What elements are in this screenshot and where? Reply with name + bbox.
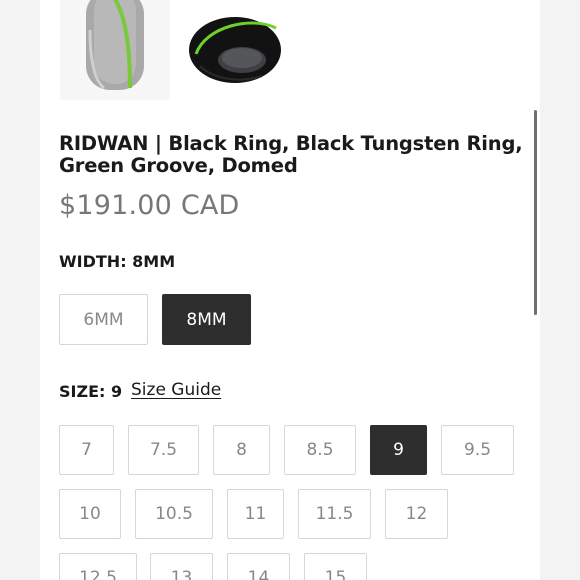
product-thumbnails [60,0,360,105]
product-page: RIDWAN | Black Ring, Black Tungsten Ring… [40,0,540,580]
black-ring-image [189,17,281,83]
size-label-text: SIZE: [59,382,106,401]
width-selected-value: 8MM [132,252,176,271]
size-option-9-5[interactable]: 9.5 [441,425,514,475]
thumbnail-silver-ring[interactable] [60,0,170,100]
silver-ring-image [86,0,144,90]
size-guide-link[interactable]: Size Guide [131,380,221,400]
size-selected-value: 9 [110,382,123,401]
scrollbar[interactable] [534,110,537,315]
size-option-13[interactable]: 13 [150,553,213,580]
size-option-15[interactable]: 15 [304,553,367,580]
width-label: WIDTH: 8MM [59,252,175,271]
size-option-12-5[interactable]: 12.5 [59,553,137,580]
size-option-11[interactable]: 11 [227,489,284,539]
size-option-11-5[interactable]: 11.5 [298,489,371,539]
product-price: $191.00 CAD [59,190,240,221]
size-option-12[interactable]: 12 [385,489,448,539]
thumbnail-black-ring[interactable] [182,0,292,100]
width-option-6mm[interactable]: 6MM [59,294,148,345]
size-option-8[interactable]: 8 [213,425,270,475]
size-option-10-5[interactable]: 10.5 [135,489,213,539]
size-label: SIZE: 9 [59,382,122,401]
width-option-8mm[interactable]: 8MM [162,294,251,345]
size-option-7-5[interactable]: 7.5 [128,425,199,475]
product-title: RIDWAN | Black Ring, Black Tungsten Ring… [59,132,523,177]
size-option-8-5[interactable]: 8.5 [284,425,356,475]
size-option-7[interactable]: 7 [59,425,114,475]
size-option-9[interactable]: 9 [370,425,427,475]
width-label-text: WIDTH: [59,252,127,271]
size-option-10[interactable]: 10 [59,489,121,539]
size-option-14[interactable]: 14 [227,553,290,580]
